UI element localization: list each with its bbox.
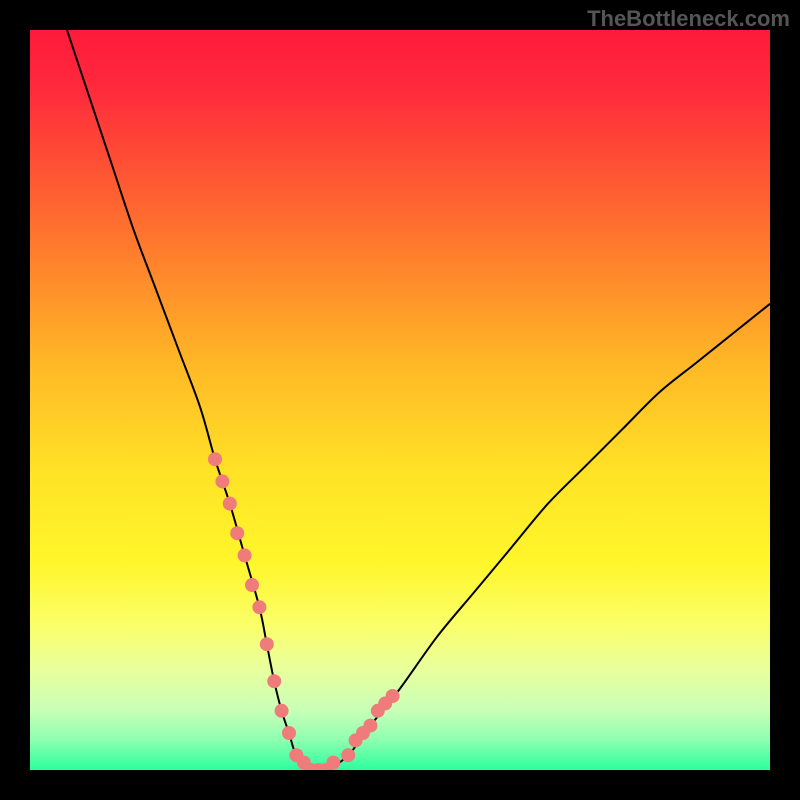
highlight-dot [223,497,237,511]
highlight-dot [252,600,266,614]
highlight-dot [208,452,222,466]
highlight-dot [238,548,252,562]
curve-layer [30,30,770,770]
plot-area [30,30,770,770]
highlight-dot [326,756,340,770]
highlight-dot [230,526,244,540]
highlight-dot [386,689,400,703]
chart-frame: TheBottleneck.com [0,0,800,800]
watermark-text: TheBottleneck.com [587,6,790,32]
highlight-dot [215,474,229,488]
highlight-dot [275,704,289,718]
highlight-dot [260,637,274,651]
highlight-dots [208,452,400,770]
highlight-dot [282,726,296,740]
highlight-dot [341,748,355,762]
highlight-dot [245,578,259,592]
highlight-dot [363,719,377,733]
highlight-dot [267,674,281,688]
bottleneck-curve [67,30,770,770]
